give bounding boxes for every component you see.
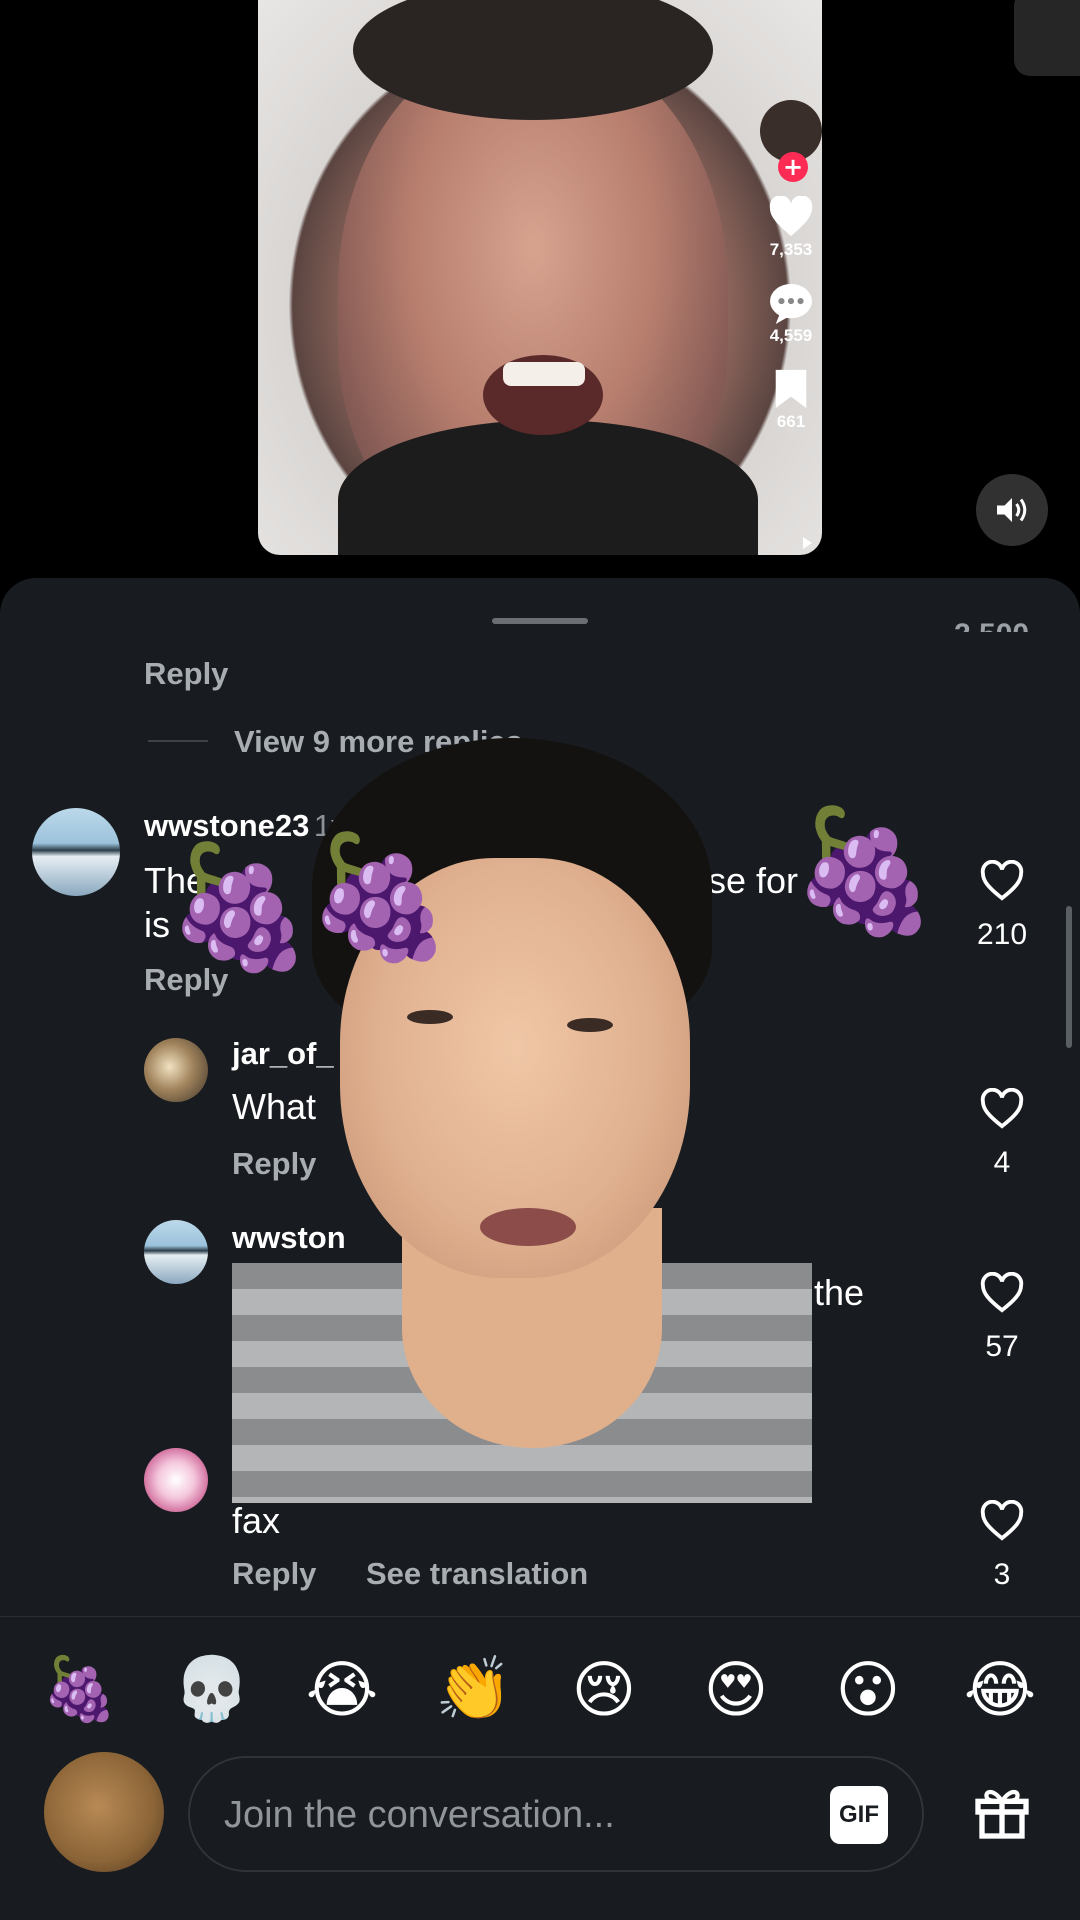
action-rail: + 7,353 4,559 661 <box>760 100 822 432</box>
truncated-like-count: 2,500 <box>954 618 1029 632</box>
comment-like-count: 57 <box>985 1330 1019 1363</box>
avatar[interactable] <box>144 1038 208 1102</box>
comment-like-button[interactable]: 4 <box>962 1088 1042 1180</box>
surprised-emoji[interactable]: 😮 <box>828 1649 908 1729</box>
reply-link[interactable]: Reply <box>144 656 228 692</box>
avatar[interactable] <box>32 808 120 896</box>
loudly-crying-emoji[interactable]: 😭 <box>302 1649 382 1729</box>
sticker-eye <box>407 1010 453 1024</box>
emoji-quick-bar: 🍇 💀 😭 👏 😢 😍 😮 😂 <box>0 1616 1080 1753</box>
skull-emoji[interactable]: 💀 <box>172 1649 252 1729</box>
gif-button[interactable]: GIF <box>830 1786 888 1844</box>
sticker-eye <box>567 1018 613 1032</box>
comment-text-tail: the <box>814 1272 865 1313</box>
comment-count: 4,559 <box>769 326 813 345</box>
creator-avatar[interactable]: + <box>760 100 822 182</box>
comment-text: fax <box>232 1500 281 1541</box>
divider <box>148 740 208 742</box>
comment-like-button[interactable]: 210 <box>962 860 1042 952</box>
comment-like-count: 210 <box>976 918 1028 951</box>
top-right-button[interactable] <box>1014 0 1080 76</box>
avatar[interactable] <box>144 1220 208 1284</box>
heart-outline-icon <box>980 1272 1024 1313</box>
comment-input-placeholder: Join the conversation... <box>224 1794 615 1836</box>
reply-link[interactable]: Reply <box>232 1556 316 1592</box>
comment-like-count: 4 <box>993 1146 1011 1179</box>
heart-icon <box>769 196 813 237</box>
crying-emoji[interactable]: 😢 <box>564 1649 644 1729</box>
comment-action[interactable]: 4,559 <box>768 282 814 346</box>
sticker-mouth <box>480 1208 576 1246</box>
comment-bubble-icon <box>770 283 812 324</box>
avatar[interactable] <box>144 1448 208 1512</box>
scrollbar[interactable] <box>1066 906 1072 1048</box>
grapes-sticker: 🍇 <box>165 838 315 977</box>
bookmark-icon <box>775 369 807 409</box>
sound-toggle-button[interactable] <box>976 474 1048 546</box>
gift-icon[interactable] <box>970 1780 1034 1844</box>
comment-like-button[interactable]: 3 <box>962 1500 1042 1592</box>
see-translation-link[interactable]: See translation <box>366 1556 588 1592</box>
heart-outline-icon <box>980 860 1024 901</box>
like-count: 7,353 <box>769 240 813 259</box>
save-action[interactable]: 661 <box>772 368 810 432</box>
tears-of-joy-emoji[interactable]: 😂 <box>960 1649 1040 1729</box>
heart-outline-icon <box>980 1500 1024 1541</box>
comment-like-button[interactable]: 57 <box>962 1272 1042 1364</box>
grapes-sticker: 🍇 <box>790 802 940 941</box>
my-avatar[interactable] <box>44 1752 164 1872</box>
grapes-emoji[interactable]: 🍇 <box>40 1649 120 1729</box>
comment-composer: Join the conversation... GIF <box>0 1752 1080 1920</box>
comment-input[interactable]: Join the conversation... GIF <box>188 1756 924 1872</box>
heart-eyes-emoji[interactable]: 😍 <box>696 1649 776 1729</box>
share-arrow-icon[interactable] <box>803 537 812 549</box>
sheet-grabber[interactable] <box>492 618 588 624</box>
comment-like-count: 3 <box>993 1558 1011 1591</box>
video-player[interactable]: + 7,353 4,559 661 <box>258 0 822 555</box>
speaker-icon <box>997 498 1027 522</box>
like-action[interactable]: 7,353 <box>768 196 814 260</box>
follow-plus-icon[interactable]: + <box>778 152 808 182</box>
heart-outline-icon <box>980 1088 1024 1129</box>
video-teeth <box>503 362 585 386</box>
grapes-sticker: 🍇 <box>305 828 455 967</box>
clapping-emoji[interactable]: 👏 <box>434 1649 514 1729</box>
save-count: 661 <box>776 412 806 431</box>
